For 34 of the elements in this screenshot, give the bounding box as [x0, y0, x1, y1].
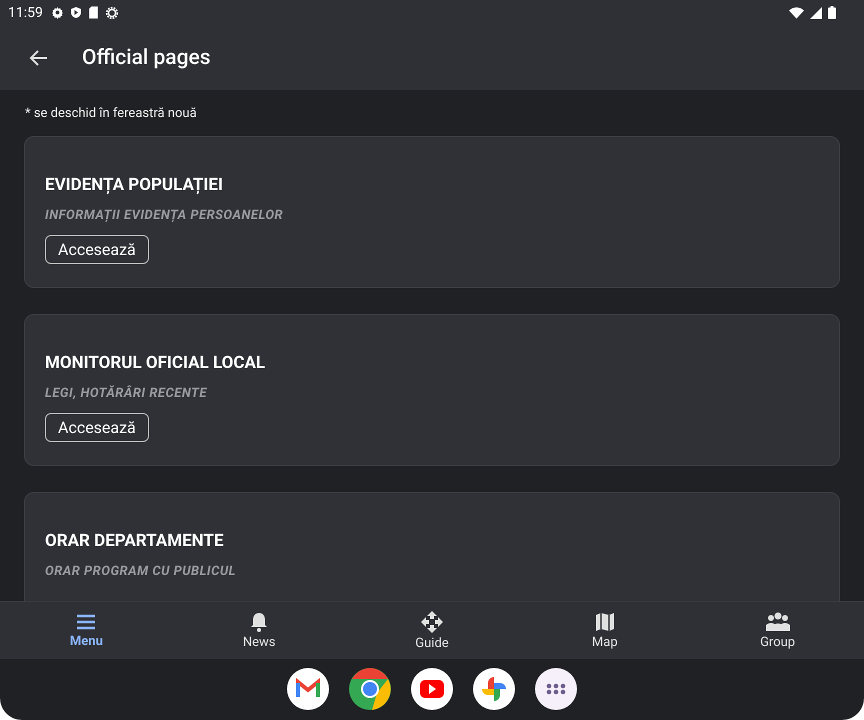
battery-icon: [828, 6, 836, 19]
group-icon: [766, 612, 790, 632]
nav-tab[interactable]: Map: [518, 602, 692, 659]
nav-tab[interactable]: News: [172, 602, 346, 659]
signal-icon: [810, 6, 822, 18]
access-button[interactable]: Accesează: [45, 235, 149, 264]
card-title: ORAR DEPARTAMENTE: [45, 531, 225, 551]
menu-icon: [76, 612, 96, 630]
settings-icon: [104, 6, 119, 20]
browser-app-icon[interactable]: [349, 668, 391, 710]
wifi-icon: [789, 6, 804, 18]
card-subtitle: INFORMAȚII EVIDENȚA PERSOANELOR: [45, 208, 284, 223]
card-title: MONITORUL OFICIAL LOCAL: [45, 353, 266, 373]
app-drawer-icon[interactable]: [535, 668, 577, 710]
gear-icon: [50, 6, 64, 19]
mail-app-icon[interactable]: [287, 668, 329, 710]
map-icon: [594, 612, 615, 632]
card-subtitle: LEGI, HOTĂRÂRI RECENTE: [45, 386, 208, 401]
shield-icon: [70, 6, 82, 19]
nav-tab[interactable]: Guide: [346, 602, 518, 659]
back-arrow-icon[interactable]: [28, 48, 48, 66]
nav-tab[interactable]: Menu: [0, 602, 173, 659]
nav-tab[interactable]: Group: [691, 602, 864, 659]
status-time: 11:59: [8, 4, 43, 20]
note-text: * se deschid în fereastră nouă: [25, 106, 198, 121]
card-subtitle: ORAR PROGRAM CU PUBLICUL: [45, 564, 237, 579]
move-arrows-icon: [420, 610, 443, 632]
bell-icon: [250, 612, 268, 632]
pinwheel-app-icon[interactable]: [473, 668, 515, 710]
page-title: Official pages: [82, 46, 211, 70]
video-app-icon[interactable]: [411, 668, 453, 710]
sd-card-icon: [88, 6, 99, 19]
card-title: EVIDENȚA POPULAȚIEI: [45, 175, 224, 195]
access-button[interactable]: Accesează: [45, 413, 149, 442]
